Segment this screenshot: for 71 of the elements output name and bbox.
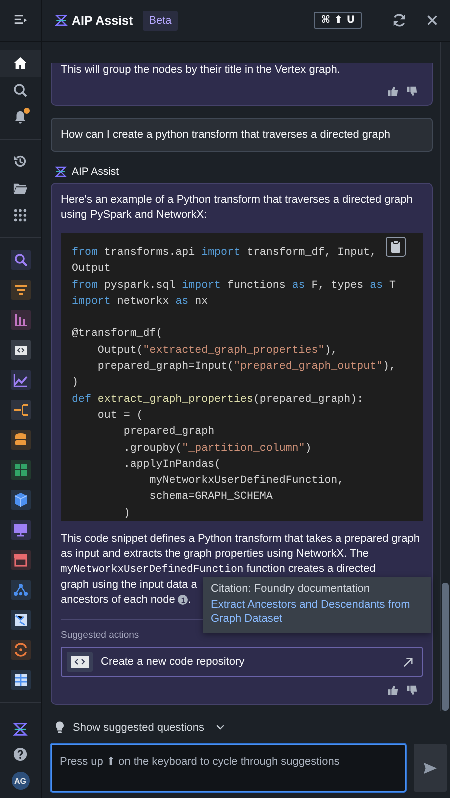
logo-icon bbox=[55, 166, 67, 178]
code-line: ) bbox=[122, 506, 132, 521]
magnifier-icon[interactable] bbox=[10, 250, 30, 270]
message-text: . bbox=[188, 594, 192, 606]
code-window-icon[interactable] bbox=[10, 340, 30, 360]
section-label: Suggested actions bbox=[61, 630, 140, 641]
grid-icon[interactable] bbox=[10, 460, 30, 480]
code-window-icon bbox=[67, 652, 93, 672]
code-line: prepared_graph=Input("prepared_graph_output"), bbox=[96, 360, 397, 376]
table-icon[interactable] bbox=[10, 670, 30, 690]
orbit-icon[interactable] bbox=[10, 640, 30, 660]
send-icon bbox=[423, 760, 438, 776]
line-chart-icon[interactable] bbox=[10, 370, 30, 390]
message-text: ancestors of each node bbox=[61, 594, 176, 606]
user-message: How can I create a python transform that traverses a directed graph bbox=[51, 118, 433, 152]
thumbs-up-icon[interactable] bbox=[388, 86, 399, 97]
code-line: Output("extracted_graph_properties"), bbox=[96, 344, 339, 359]
keyboard-shortcut: ⌘ ⬆ U bbox=[314, 12, 362, 29]
clipboard-icon[interactable] bbox=[386, 237, 406, 257]
suggested-action-button[interactable]: Create a new code repository bbox=[61, 647, 423, 677]
thumbs-down-icon[interactable] bbox=[407, 86, 418, 97]
message-input[interactable]: Press up ⬆ on the keyboard to cycle through suggestions bbox=[51, 744, 406, 792]
user-avatar[interactable]: AG bbox=[12, 772, 30, 790]
code-line: from transforms.api import transform_df, Input, bbox=[72, 246, 378, 261]
monitor-icon[interactable] bbox=[10, 520, 30, 540]
tree-icon[interactable] bbox=[10, 400, 30, 420]
code-line: .applyInPandas( bbox=[122, 458, 222, 473]
message-text: This will group the nodes by their title in the Vertex graph. bbox=[61, 63, 342, 78]
code-line: schema=GRAPH_SCHEMA bbox=[148, 490, 274, 506]
suggested-questions-toggle[interactable]: Show suggested questions bbox=[42, 711, 450, 744]
beta-tag: Beta bbox=[143, 10, 178, 30]
database-icon[interactable] bbox=[10, 430, 30, 450]
funnel-icon[interactable] bbox=[10, 280, 30, 300]
lightbulb-icon bbox=[55, 721, 65, 734]
code-line: def extract_graph_properties(prepared_graph): bbox=[72, 392, 365, 408]
code-line: from pyspark.sql import functions as F, types as T bbox=[72, 278, 398, 294]
panel-title: AIP Assist bbox=[72, 14, 134, 28]
citation-link[interactable]: Extract Ancestors and Descendants from Graph Dataset bbox=[211, 599, 423, 626]
code-line: .groupby("_partition_column") bbox=[122, 442, 313, 457]
history-icon bbox=[13, 154, 28, 169]
code-line: @transform_df( bbox=[72, 327, 164, 342]
close-icon[interactable] bbox=[425, 13, 440, 28]
thumbs-down-icon[interactable] bbox=[407, 685, 418, 696]
code-line: prepared_graph bbox=[122, 425, 216, 440]
home-icon bbox=[13, 56, 28, 71]
code-line: out = ( bbox=[96, 408, 144, 424]
code-line: myNetworkxUserDefinedFunction, bbox=[148, 474, 346, 490]
external-arrow-icon bbox=[403, 656, 414, 668]
help-icon[interactable] bbox=[13, 747, 28, 762]
network-icon[interactable] bbox=[10, 580, 30, 600]
apps-grid-icon bbox=[13, 208, 28, 223]
folder-icon bbox=[13, 181, 28, 196]
logo-icon bbox=[55, 14, 68, 27]
message-text: Here's an example of a Python transform that traverses a directed graph using PySpark and NetworkX: bbox=[61, 193, 414, 223]
thumbs-up-icon[interactable] bbox=[388, 685, 399, 696]
code-line: ) bbox=[72, 376, 80, 392]
logo-icon[interactable] bbox=[13, 722, 28, 737]
search-icon bbox=[13, 83, 28, 98]
bar-chart-icon[interactable] bbox=[10, 310, 30, 330]
code-line: Output bbox=[72, 262, 112, 278]
send-button[interactable] bbox=[414, 744, 447, 792]
scrollbar-thumb[interactable] bbox=[442, 583, 449, 711]
bell-icon bbox=[13, 110, 28, 125]
refresh-icon[interactable] bbox=[392, 13, 407, 28]
home-nav-item[interactable] bbox=[0, 50, 41, 77]
message-text: graph using the input data a bbox=[61, 578, 198, 593]
cube-icon[interactable] bbox=[10, 490, 30, 510]
author-name: AIP Assist bbox=[72, 166, 120, 178]
tooltip-title: Citation: Foundry documentation bbox=[211, 583, 371, 595]
toggle-label: Show suggested questions bbox=[73, 722, 204, 734]
code-line: import networkx as nx bbox=[72, 294, 210, 310]
